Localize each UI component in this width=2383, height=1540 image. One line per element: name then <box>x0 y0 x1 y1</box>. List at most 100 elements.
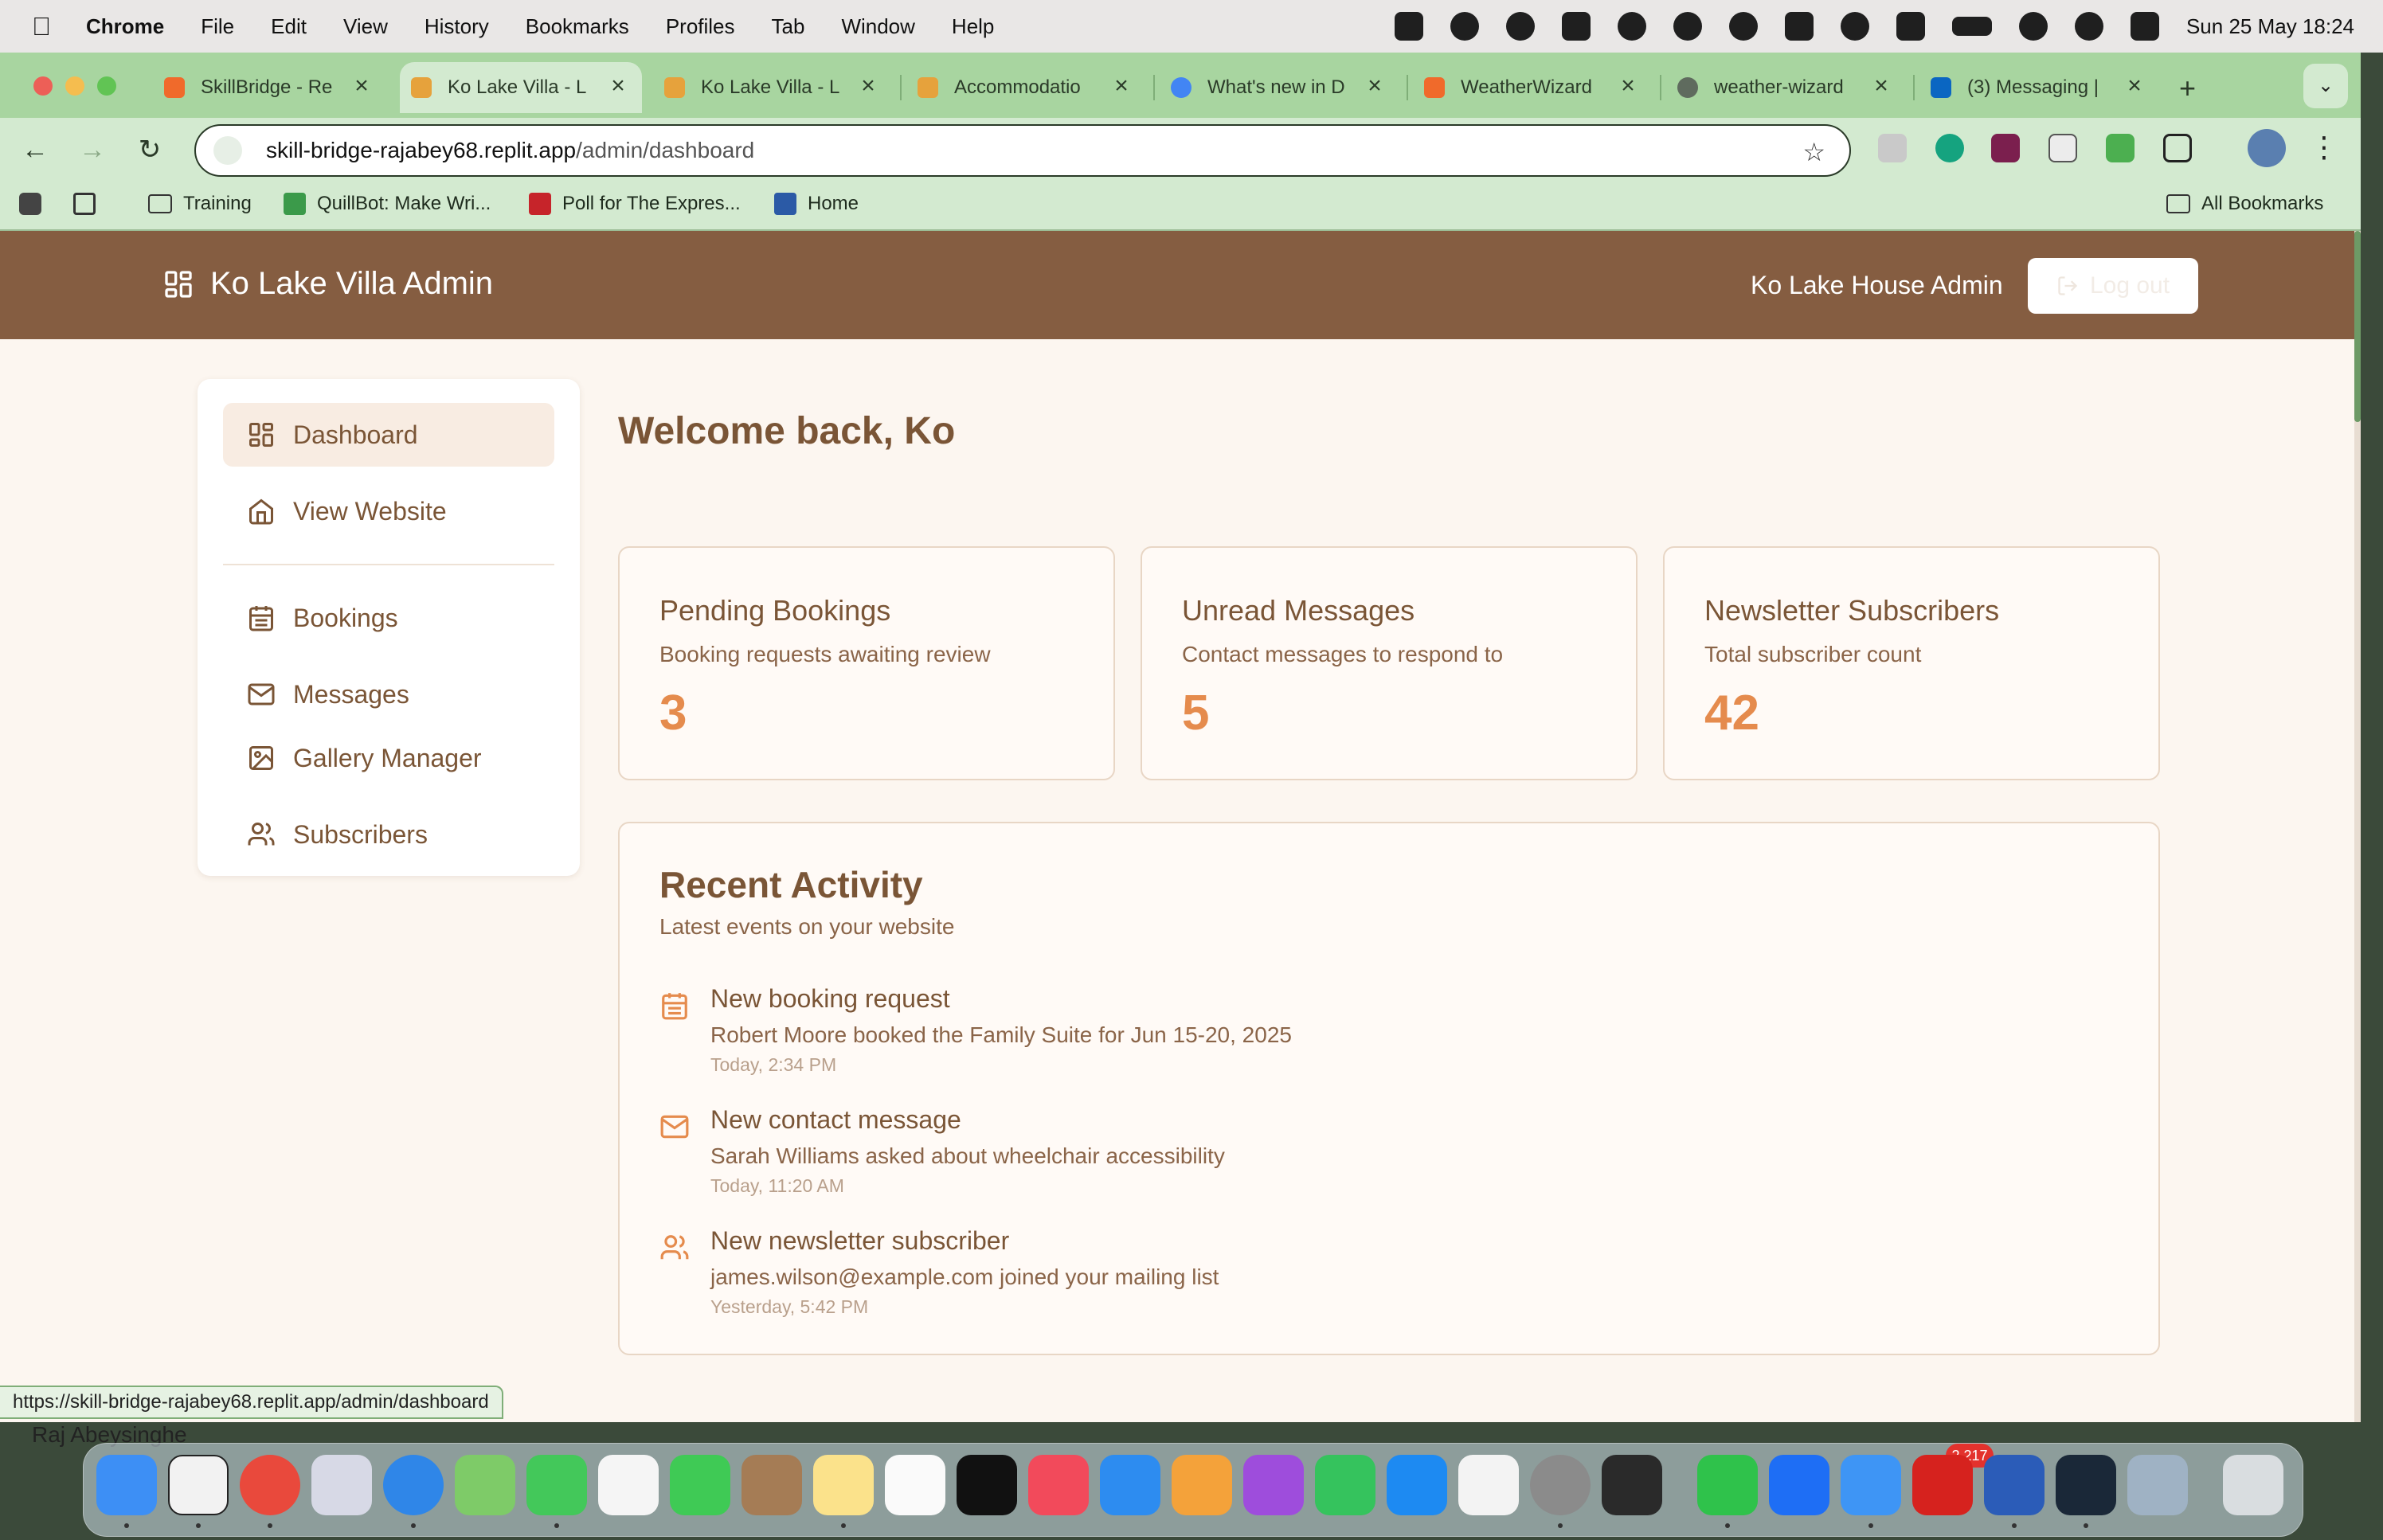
bookmark-home[interactable]: Home <box>774 193 859 215</box>
reload-icon[interactable]: ↻ <box>134 134 166 166</box>
sidebar-item-dashboard[interactable]: Dashboard <box>223 403 554 467</box>
apps-grid-icon[interactable] <box>73 193 107 215</box>
bookmark-poll[interactable]: Poll for The Expres... <box>529 193 741 215</box>
numbers-icon[interactable] <box>1315 1455 1375 1515</box>
keyboard-status-icon[interactable] <box>1896 12 1925 41</box>
battery-icon[interactable] <box>1951 17 1992 36</box>
zoom-window-button[interactable] <box>97 76 116 96</box>
photos-icon[interactable] <box>598 1455 659 1515</box>
translate-extension-icon[interactable] <box>2048 134 2077 162</box>
notes-icon[interactable] <box>813 1455 874 1515</box>
messages-icon[interactable] <box>526 1455 587 1515</box>
site-info-icon[interactable] <box>213 136 242 165</box>
play-status-icon[interactable] <box>1840 12 1869 41</box>
pages-icon[interactable] <box>1172 1455 1232 1515</box>
perplexity-icon[interactable] <box>2056 1455 2116 1515</box>
close-tab-icon[interactable]: × <box>1615 73 1641 99</box>
sidebar-item-messages[interactable]: Messages <box>223 663 554 726</box>
drive-status-icon[interactable] <box>1561 12 1591 41</box>
tab-ko-lake-villa-active[interactable]: Ko Lake Villa - L × <box>400 62 642 113</box>
all-bookmarks[interactable]: All Bookmarks <box>2166 193 2323 215</box>
trash-icon[interactable] <box>2223 1455 2283 1515</box>
podcasts-icon[interactable] <box>1243 1455 1304 1515</box>
wifi-icon[interactable] <box>2018 12 2048 41</box>
menu-profiles[interactable]: Profiles <box>666 14 735 39</box>
sidebar-toggle-icon[interactable] <box>19 193 53 215</box>
menu-file[interactable]: File <box>201 14 234 39</box>
menu-tab[interactable]: Tab <box>772 14 805 39</box>
grammarly-extension-icon[interactable] <box>1935 134 1964 162</box>
tab-whats-new[interactable]: What's new in D × <box>1160 62 1399 113</box>
brand[interactable]: Ko Lake Villa Admin <box>162 266 493 302</box>
memory-status-icon[interactable] <box>1784 12 1814 41</box>
messenger-icon[interactable] <box>1769 1455 1829 1515</box>
menu-history[interactable]: History <box>425 14 489 39</box>
close-tab-icon[interactable]: × <box>349 73 374 99</box>
keynote-icon[interactable] <box>1100 1455 1160 1515</box>
sidebar-item-subscribers[interactable]: Subscribers <box>223 803 554 866</box>
browser-menu-icon[interactable]: ⋮ <box>2310 131 2338 164</box>
spotlight-search-icon[interactable] <box>2074 12 2103 41</box>
close-tab-icon[interactable]: × <box>1362 73 1387 99</box>
check-status-icon[interactable] <box>1505 12 1535 41</box>
tab-skillbridge[interactable]: SkillBridge - Re × <box>153 62 385 113</box>
close-tab-icon[interactable]: × <box>1868 73 1894 99</box>
sidebar-item-gallery-manager[interactable]: Gallery Manager <box>223 726 554 790</box>
bookmark-star-icon[interactable]: ☆ <box>1802 137 1825 167</box>
preview-icon[interactable] <box>2127 1455 2188 1515</box>
bookmark-training[interactable]: Training <box>148 193 252 215</box>
whatsapp-icon[interactable] <box>1697 1455 1758 1515</box>
app-store-icon[interactable] <box>1387 1455 1447 1515</box>
menu-view[interactable]: View <box>343 14 388 39</box>
freeform-icon[interactable] <box>1458 1455 1519 1515</box>
menu-app-name[interactable]: Chrome <box>86 14 164 39</box>
address-bar[interactable]: skill-bridge-rajabey68.replit.app/admin/… <box>194 124 1851 177</box>
sidebar-item-view-website[interactable]: View Website <box>223 479 554 543</box>
copilot-status-icon[interactable] <box>1673 12 1702 41</box>
iphone-mirroring-icon[interactable] <box>1602 1455 1662 1515</box>
menu-edit[interactable]: Edit <box>271 14 307 39</box>
mail-app-icon[interactable] <box>1841 1455 1901 1515</box>
profile-avatar[interactable] <box>2248 129 2286 167</box>
forward-arrow-icon[interactable]: → <box>76 134 108 166</box>
focus-moon-icon[interactable] <box>1728 12 1758 41</box>
sidebar-item-bookings[interactable]: Bookings <box>223 586 554 650</box>
dropbox-status-icon[interactable] <box>1394 12 1423 41</box>
back-arrow-icon[interactable]: ← <box>19 134 51 166</box>
page-scrollbar-thumb[interactable] <box>2354 231 2361 422</box>
tab-ko-lake-villa[interactable]: Ko Lake Villa - L × <box>653 62 892 113</box>
word-icon[interactable] <box>1984 1455 2045 1515</box>
close-tab-icon[interactable]: × <box>2122 73 2147 99</box>
close-window-button[interactable] <box>33 76 53 96</box>
tab-weather-wizard[interactable]: weather-wizard × <box>1666 62 1905 113</box>
apple-tv-icon[interactable] <box>957 1455 1017 1515</box>
openai-status-icon[interactable] <box>1617 12 1646 41</box>
menu-window[interactable]: Window <box>841 14 914 39</box>
close-tab-icon[interactable]: × <box>605 73 631 99</box>
tab-linkedin-messaging[interactable]: (3) Messaging | × <box>1919 62 2158 113</box>
tab-weatherwizard[interactable]: WeatherWizard × <box>1413 62 1652 113</box>
finder-icon[interactable] <box>96 1455 157 1515</box>
maps-icon[interactable] <box>455 1455 515 1515</box>
extension-icon[interactable] <box>1878 134 1907 162</box>
control-center-icon[interactable] <box>2130 12 2159 41</box>
new-tab-icon[interactable]: + <box>2179 72 2196 105</box>
menu-bookmarks[interactable]: Bookmarks <box>526 14 629 39</box>
news-icon[interactable] <box>1028 1455 1089 1515</box>
t-extension-icon[interactable] <box>1991 134 2020 162</box>
acrobat-icon[interactable] <box>1912 1455 1973 1515</box>
apple-menu-icon[interactable]:  <box>32 12 56 41</box>
reminders-icon[interactable] <box>885 1455 945 1515</box>
minimize-window-button[interactable] <box>65 76 84 96</box>
close-tab-icon[interactable]: × <box>855 73 881 99</box>
system-settings-icon[interactable] <box>1530 1455 1591 1515</box>
launchpad-icon[interactable] <box>311 1455 372 1515</box>
extensions-puzzle-icon[interactable] <box>2163 134 2192 162</box>
tab-search-chevron-icon[interactable]: ⌄ <box>2303 64 2348 108</box>
bookmark-quillbot[interactable]: QuillBot: Make Wri... <box>284 193 491 215</box>
sheets-extension-icon[interactable] <box>2106 134 2135 162</box>
grammarly-status-icon[interactable] <box>1450 12 1479 41</box>
menu-help[interactable]: Help <box>952 14 994 39</box>
contacts-icon[interactable] <box>742 1455 802 1515</box>
menu-clock[interactable]: Sun 25 May 18:24 <box>2186 14 2354 39</box>
